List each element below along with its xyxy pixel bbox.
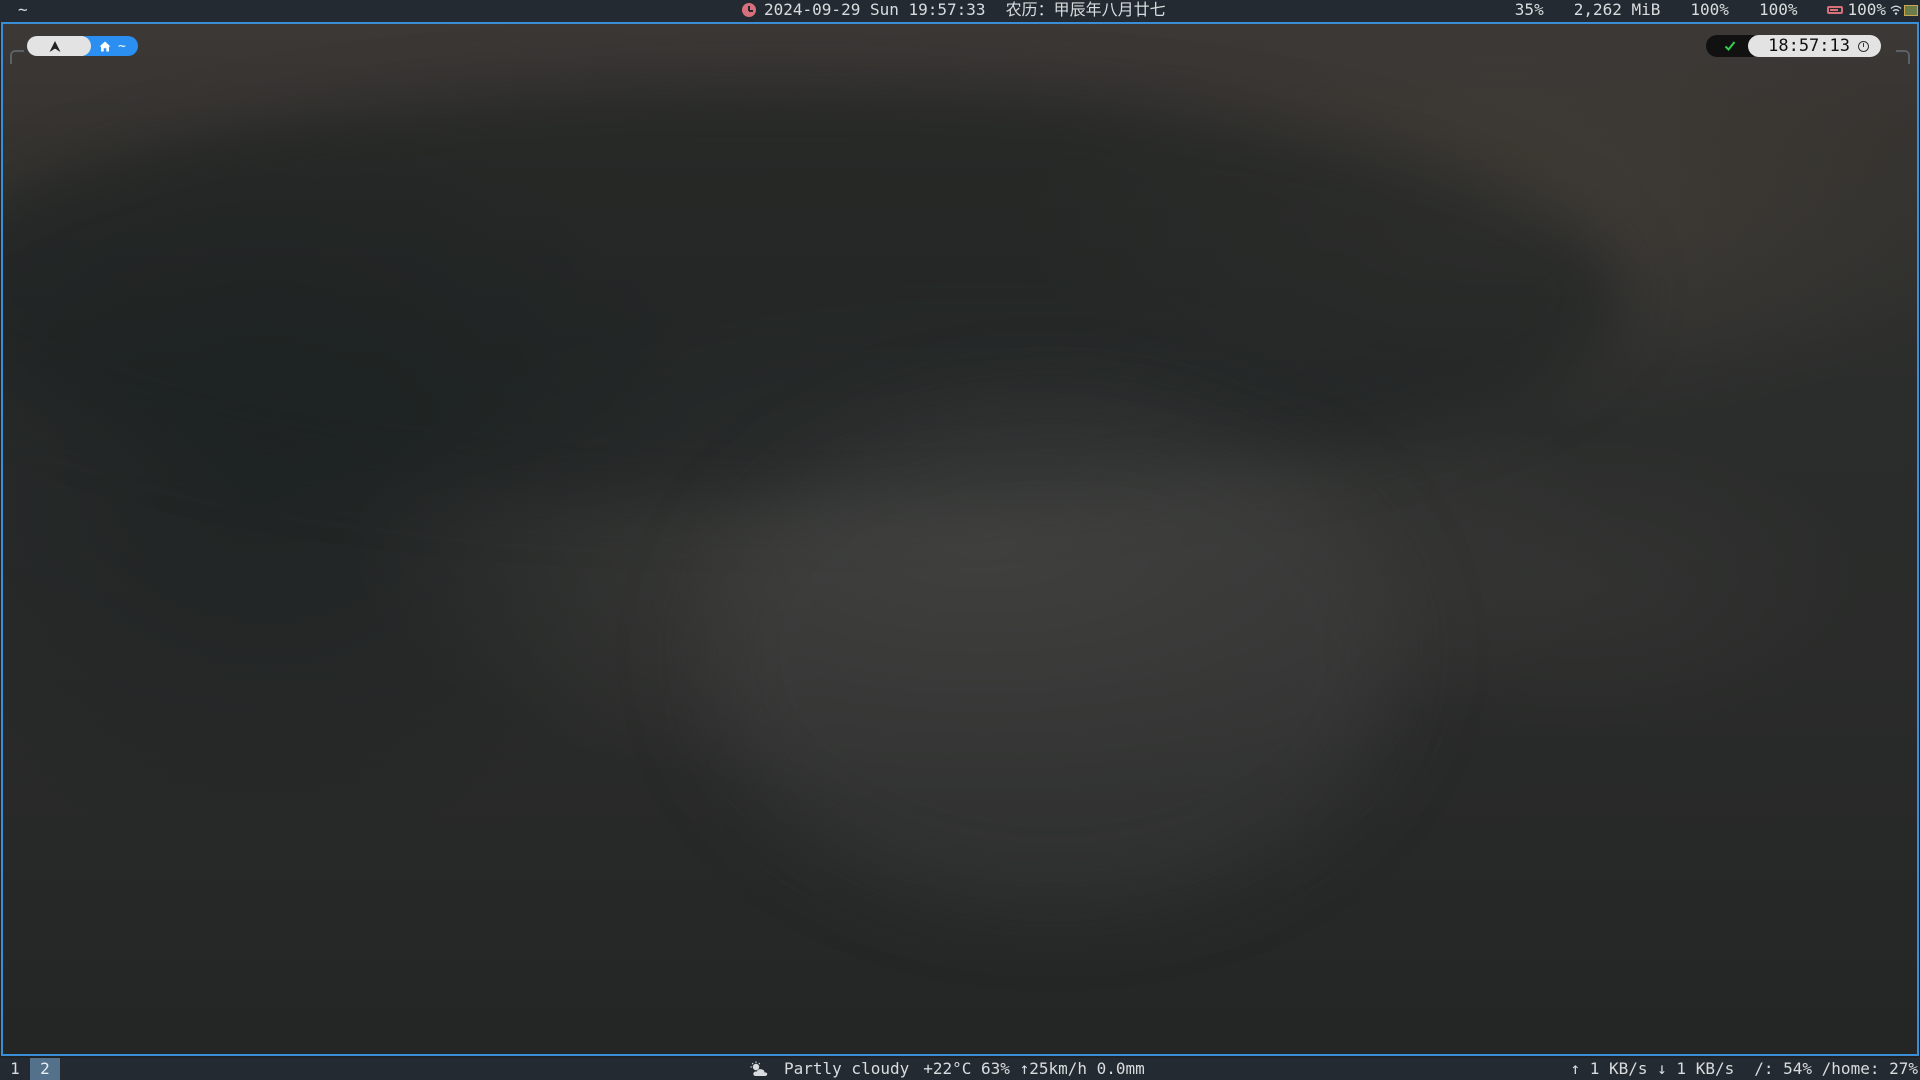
bottom-status-bar: 1 2 Partly cloudy +22°C 63% ↑25km/h 0.0m… xyxy=(0,1058,1920,1080)
clock-icon xyxy=(742,3,756,17)
workspace-2[interactable]: 2 xyxy=(30,1058,60,1080)
prompt-status-segment xyxy=(1706,35,1755,57)
shell-prompt: ~ xyxy=(27,36,138,56)
weather-details: +22°C 63% ↑25km/h 0.0mm xyxy=(923,1059,1145,1078)
lunar-date-text: 农历：甲辰年八月廿七 xyxy=(1005,0,1166,19)
network-icon[interactable] xyxy=(1904,4,1918,16)
corner-bracket-right xyxy=(1896,50,1910,64)
network-speed[interactable]: ↑ 1 KB/s ↓ 1 KB/s xyxy=(1570,1058,1734,1080)
datetime-text: 2024-09-29 Sun 19:57:33 xyxy=(764,0,986,19)
memory-usage[interactable]: 2,262 MiB xyxy=(1574,0,1661,20)
top-status-bar: ~ 2024-09-29 Sun 19:57:33 农历：甲辰年八月廿七 35%… xyxy=(0,0,1920,22)
clock-icon xyxy=(1858,40,1869,52)
system-stats: 35% 2,262 MiB 100% 100% 100% xyxy=(1485,0,1918,20)
wallpaper-mist xyxy=(703,404,1403,904)
battery-icon xyxy=(1827,6,1844,14)
disk-usage[interactable]: /: 54% /home: 27% xyxy=(1754,1058,1918,1080)
shell-right-prompt: 18:57:13 xyxy=(1706,35,1881,57)
workspace-switcher: 1 2 xyxy=(0,1058,60,1080)
corner-bracket-left xyxy=(10,50,24,64)
terminal-window[interactable]: ~ 18:57:13 xyxy=(1,22,1919,1056)
workspace-1[interactable]: 1 xyxy=(0,1058,30,1080)
window-title: ~ xyxy=(18,0,28,19)
clock-widget[interactable]: 2024-09-29 Sun 19:57:33 农历：甲辰年八月廿七 xyxy=(742,0,1166,20)
prompt-os-segment xyxy=(27,36,91,56)
prompt-time: 18:57:13 xyxy=(1768,36,1850,56)
volume-level[interactable]: 100% xyxy=(1690,0,1729,20)
arch-icon xyxy=(49,40,61,52)
partly-cloudy-icon xyxy=(750,1061,768,1076)
weather-condition: Partly cloudy xyxy=(784,1059,910,1078)
weather-widget[interactable]: Partly cloudy +22°C 63% ↑25km/h 0.0mm xyxy=(750,1058,1145,1080)
battery-level[interactable]: 100% xyxy=(1847,0,1886,20)
wallpaper-hill xyxy=(3,84,1623,504)
prompt-time-segment: 18:57:13 xyxy=(1748,35,1881,57)
wifi-icon[interactable] xyxy=(1890,4,1902,16)
brightness-level[interactable]: 100% xyxy=(1759,0,1798,20)
system-indicators: ↑ 1 KB/s ↓ 1 KB/s /: 54% /home: 27% xyxy=(1570,1058,1918,1080)
home-icon xyxy=(99,41,111,51)
check-icon xyxy=(1724,41,1736,51)
prompt-directory: ~ xyxy=(118,38,126,54)
cpu-usage[interactable]: 35% xyxy=(1515,0,1544,20)
